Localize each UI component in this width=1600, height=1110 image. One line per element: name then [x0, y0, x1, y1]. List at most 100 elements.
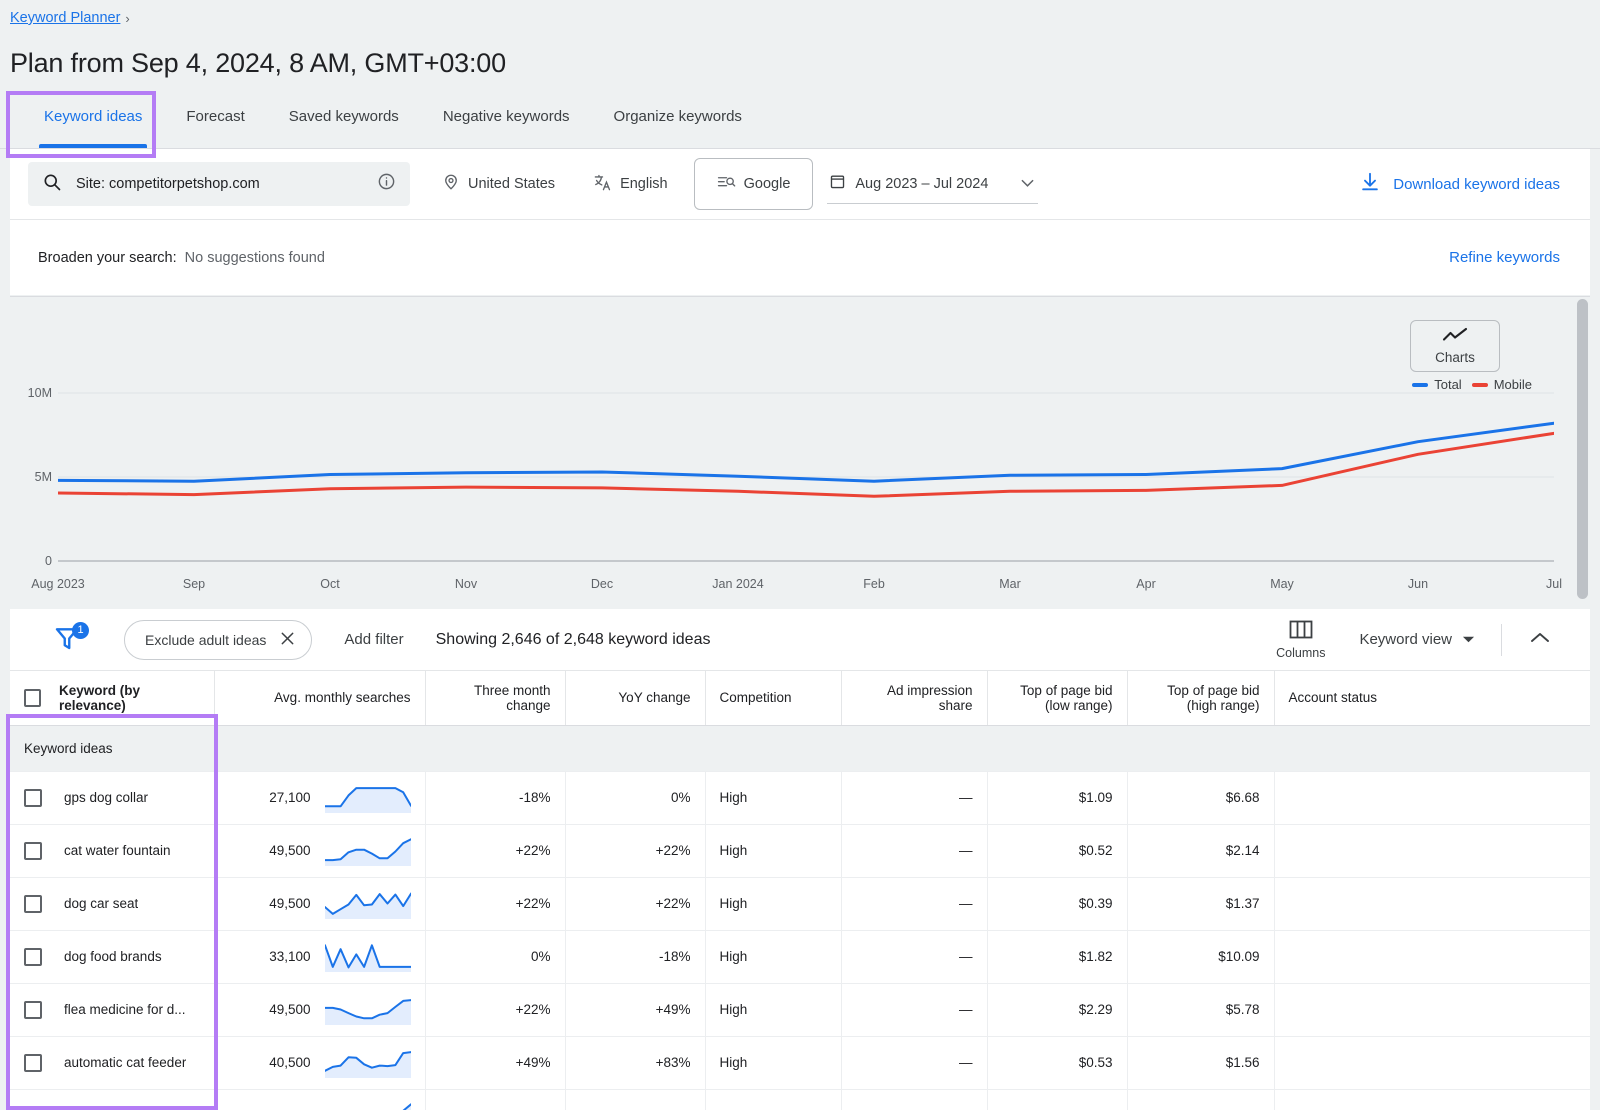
cell-bid-high: $6.68 [1127, 771, 1274, 824]
cell-account-status [1274, 877, 1590, 930]
column-header-top-of-page-bid-low[interactable]: Top of page bid (low range) [987, 671, 1127, 725]
keyword-view-selector[interactable]: Keyword view [1339, 631, 1495, 648]
chart-x-tick-1: Sep [183, 577, 205, 591]
cell-bid-low: $1.09 [987, 771, 1127, 824]
column-header-top-of-page-bid-high[interactable]: Top of page bid (high range) [1127, 671, 1274, 725]
cell-keyword[interactable]: gps dog collar [10, 771, 214, 824]
tab-negative-keywords[interactable]: Negative keywords [421, 96, 592, 148]
cell-account-status [1274, 930, 1590, 983]
language-selector[interactable]: English [579, 162, 682, 206]
chevron-down-icon [1462, 631, 1475, 648]
date-range-selector[interactable]: Aug 2023 – Jul 2024 [827, 164, 1038, 204]
table-row[interactable]: automatic cat feeder40,500+49%+83%High—$… [10, 1036, 1590, 1089]
tab-keyword-ideas-label: Keyword ideas [44, 108, 142, 125]
chart-x-tick-0: Aug 2023 [31, 577, 85, 591]
download-keyword-ideas-button[interactable]: Download keyword ideas [1359, 171, 1560, 197]
refine-keywords-button[interactable]: Refine keywords [1449, 249, 1560, 266]
tab-saved-keywords[interactable]: Saved keywords [267, 96, 421, 148]
keyword-planner-page: Keyword Planner › Plan from Sep 4, 2024,… [0, 0, 1600, 1110]
cell-avg-monthly-searches: 49,500 [214, 877, 425, 930]
sparkline [325, 941, 411, 973]
cell-bid-high: $1.37 [1127, 877, 1274, 930]
location-pin-icon [442, 173, 460, 195]
row-checkbox[interactable] [24, 1001, 42, 1019]
chart-y-tick-1: 5M [35, 470, 52, 484]
cell-competition: High [705, 877, 841, 930]
select-all-checkbox[interactable] [24, 689, 41, 707]
column-header-account-status[interactable]: Account status [1274, 671, 1590, 725]
network-selector[interactable]: Google [694, 158, 814, 210]
chart-y-tick-0: 0 [45, 554, 52, 568]
search-icon [42, 172, 62, 197]
row-checkbox[interactable] [24, 789, 42, 807]
filter-button[interactable]: 1 [52, 623, 86, 657]
cell-keyword[interactable]: dog food brands [10, 930, 214, 983]
tab-negative-keywords-label: Negative keywords [443, 108, 570, 125]
table-row[interactable]: cat water fountain49,500+22%+22%High—$0.… [10, 824, 1590, 877]
column-header-three-month-change[interactable]: Three month change [425, 671, 565, 725]
column-header-yoy-change[interactable]: YoY change [565, 671, 705, 725]
table-group-label: Keyword ideas [10, 725, 214, 771]
cell-yoy-change: -18% [565, 930, 705, 983]
add-filter-button[interactable]: Add filter [344, 631, 403, 648]
chart-x-tick-8: Apr [1136, 577, 1155, 591]
cell-keyword[interactable]: dog car seat [10, 877, 214, 930]
language-label: English [620, 176, 668, 192]
table-body: Keyword ideasgps dog collar27,100-18%0%H… [10, 725, 1590, 1110]
cell-keyword[interactable]: wet dog food [10, 1089, 214, 1110]
keyword-view-label: Keyword view [1359, 631, 1452, 648]
columns-button[interactable]: Columns [1262, 620, 1339, 660]
cell-ad-impression-share: — [841, 877, 987, 930]
cell-yoy-change: 0% [565, 771, 705, 824]
row-checkbox[interactable] [24, 842, 42, 860]
chart-x-axis: Aug 2023SepOctNovDecJan 2024FebMarAprMay… [58, 577, 1554, 595]
cell-keyword[interactable]: flea medicine for d... [10, 983, 214, 1036]
close-icon[interactable] [280, 631, 295, 649]
cell-keyword[interactable]: automatic cat feeder [10, 1036, 214, 1089]
table-row[interactable]: wet dog food18,100+124%+124%High—$4.10$1… [10, 1089, 1590, 1110]
chart-panel-scrollbar[interactable] [1577, 299, 1588, 604]
info-icon[interactable] [377, 172, 396, 196]
sparkline [325, 1047, 411, 1079]
cell-bid-low: $4.10 [987, 1089, 1127, 1110]
network-label: Google [744, 176, 791, 192]
collapse-panel-button[interactable] [1508, 631, 1572, 649]
column-header-competition[interactable]: Competition [705, 671, 841, 725]
row-checkbox[interactable] [24, 948, 42, 966]
location-selector[interactable]: United States [428, 162, 569, 206]
showing-count-label: Showing 2,646 of 2,648 keyword ideas [436, 631, 711, 649]
keyword-label: dog food brands [64, 949, 162, 964]
tab-forecast[interactable]: Forecast [164, 96, 266, 148]
filter-chip-exclude-adult-ideas[interactable]: Exclude adult ideas [124, 620, 312, 660]
row-checkbox[interactable] [24, 1107, 42, 1110]
search-input[interactable]: Site: competitorpetshop.com [28, 162, 410, 206]
cell-keyword[interactable]: cat water fountain [10, 824, 214, 877]
divider [1501, 624, 1502, 656]
column-header-avg-monthly-searches[interactable]: Avg. monthly searches [214, 671, 425, 725]
table-row[interactable]: dog car seat49,500+22%+22%High—$0.39$1.3… [10, 877, 1590, 930]
tab-active-underline [39, 144, 147, 148]
search-network-icon [717, 173, 736, 196]
row-checkbox[interactable] [24, 895, 42, 913]
tab-keyword-ideas[interactable]: Keyword ideas [22, 96, 164, 148]
cell-three-month-change: -18% [425, 771, 565, 824]
breadcrumb-separator: › [125, 11, 129, 26]
column-header-ad-impression-share[interactable]: Ad impression share [841, 671, 987, 725]
table-row[interactable]: gps dog collar27,100-18%0%High—$1.09$6.6… [10, 771, 1590, 824]
breadcrumb-keyword-planner-link[interactable]: Keyword Planner [10, 10, 120, 26]
cell-yoy-change: +83% [565, 1036, 705, 1089]
cell-three-month-change: +124% [425, 1089, 565, 1110]
table-row[interactable]: dog food brands33,1000%-18%High—$1.82$10… [10, 930, 1590, 983]
chart-y-tick-2: 10M [28, 386, 52, 400]
cell-avg-monthly-searches: 33,100 [214, 930, 425, 983]
tab-bar: Keyword ideas Forecast Saved keywords Ne… [0, 96, 1600, 149]
broaden-search-value: No suggestions found [185, 250, 325, 266]
row-checkbox[interactable] [24, 1054, 42, 1072]
calendar-icon [829, 173, 846, 194]
column-header-keyword[interactable]: Keyword (by relevance) [10, 671, 214, 725]
avg-monthly-searches-value: 49,500 [269, 896, 310, 911]
tab-organize-keywords[interactable]: Organize keywords [592, 96, 764, 148]
download-icon [1359, 171, 1381, 197]
sparkline [325, 1100, 411, 1110]
table-row[interactable]: flea medicine for d...49,500+22%+49%High… [10, 983, 1590, 1036]
